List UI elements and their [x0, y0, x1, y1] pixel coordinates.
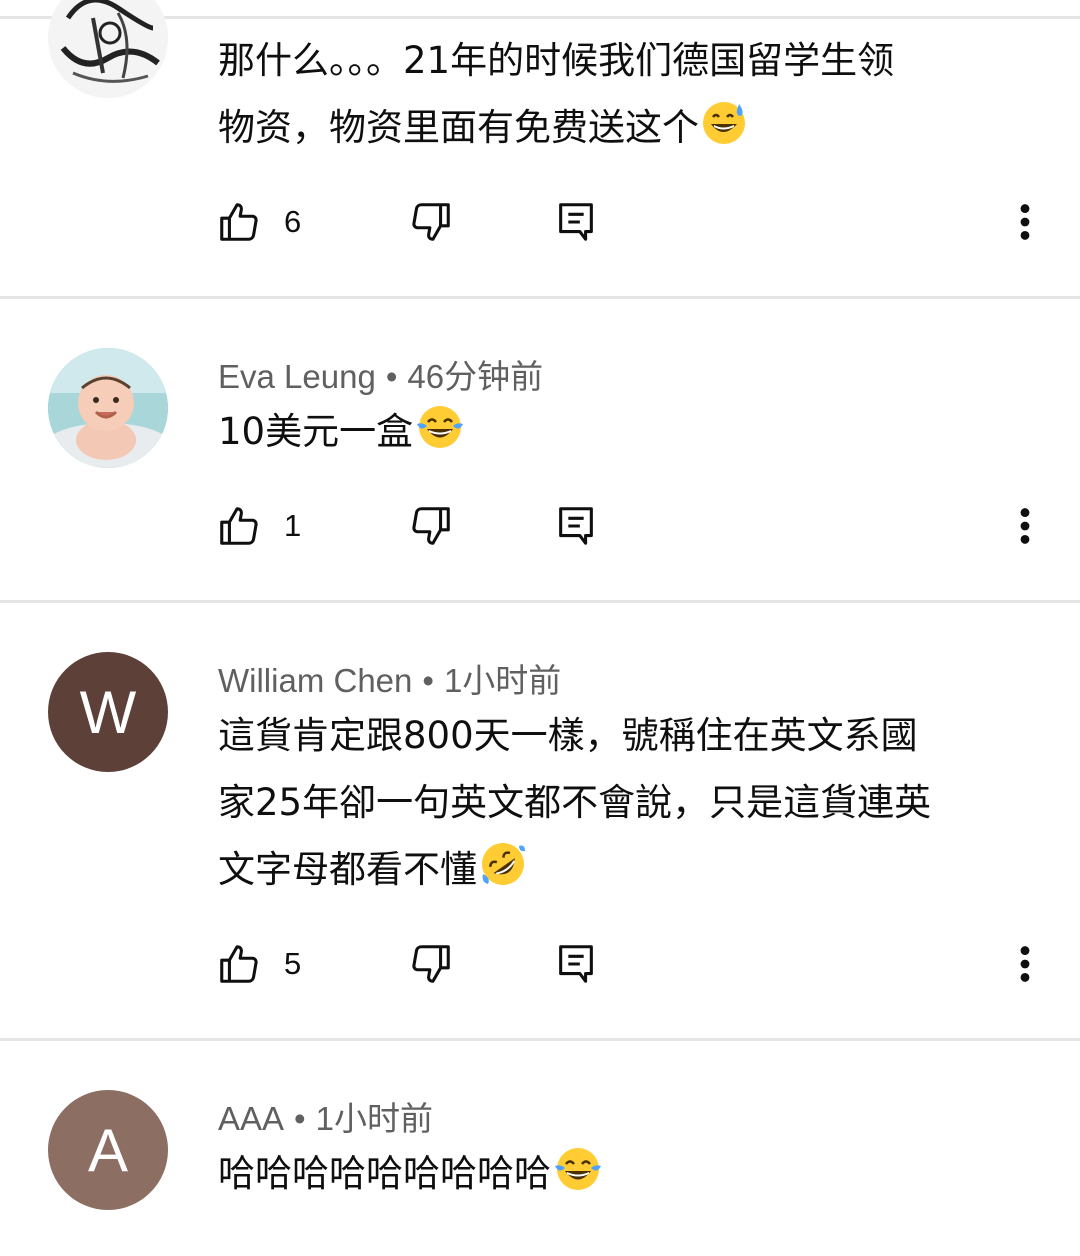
more-options-button[interactable]	[1010, 934, 1040, 994]
comment-text: 這貨肯定跟800天一樣，號稱住在英文系國 家25年卻一句英文都不會說，只是這貨連…	[218, 702, 1038, 909]
comment-text-line: 10美元一盒	[218, 398, 1038, 471]
meta-separator: •	[422, 662, 434, 699]
reply-button[interactable]	[556, 496, 596, 556]
sweat-smile-emoji	[701, 100, 747, 167]
comment-time[interactable]: 46分钟前	[407, 358, 543, 395]
baby-photo-avatar	[48, 348, 168, 468]
avatar-letter: A	[87, 1116, 129, 1184]
author-name[interactable]: AAA	[218, 1100, 284, 1137]
more-vert-icon	[1020, 204, 1030, 240]
thumbs-up-icon	[220, 203, 258, 241]
thumbs-down-icon	[412, 507, 450, 545]
author-name[interactable]: William Chen	[218, 662, 412, 699]
more-vert-icon	[1020, 946, 1030, 982]
comment-text: 那什么。。。21年的时候我们德国留学生领 物资，物资里面有免费送这个	[218, 27, 1038, 167]
more-vert-icon	[1020, 508, 1030, 544]
comment-time[interactable]: 1小时前	[444, 662, 561, 699]
comment-time[interactable]: 1小时前	[316, 1100, 433, 1137]
avatar[interactable]	[48, 0, 168, 98]
reply-icon	[559, 203, 593, 241]
rolling-laughing-emoji	[479, 840, 527, 909]
comment-meta: AAA • 1小时前	[218, 1092, 433, 1140]
comment-text-line: 家25年卻一句英文都不會說，只是這貨連英	[218, 781, 932, 824]
like-count: 5	[284, 946, 302, 981]
comment-text-line: 這貨肯定跟800天一樣，號稱住在英文系國	[218, 714, 918, 757]
like-button[interactable]: 1	[216, 496, 301, 556]
thumbs-up-icon	[220, 945, 258, 983]
like-button[interactable]: 5	[216, 934, 301, 994]
thumbs-down-icon	[412, 203, 450, 241]
comment-text-line: 哈哈哈哈哈哈哈哈哈	[218, 1140, 1038, 1213]
tears-of-joy-emoji	[415, 404, 465, 471]
reply-icon	[559, 507, 593, 545]
more-options-button[interactable]	[1010, 496, 1040, 556]
avatar[interactable]: A	[48, 1090, 168, 1210]
like-count: 1	[284, 508, 302, 543]
reply-button[interactable]	[556, 192, 596, 252]
comment-divider	[0, 1038, 1080, 1041]
dislike-button[interactable]	[408, 192, 454, 252]
comment-text: 哈哈哈哈哈哈哈哈哈	[218, 1140, 1038, 1213]
comment-divider	[0, 600, 1080, 603]
more-options-button[interactable]	[1010, 192, 1040, 252]
comment-actions: 5	[0, 934, 1080, 994]
sketch-avatar	[48, 0, 168, 98]
avatar[interactable]	[48, 348, 168, 468]
author-name[interactable]: Eva Leung	[218, 358, 376, 395]
dislike-button[interactable]	[408, 934, 454, 994]
avatar[interactable]: W	[48, 652, 168, 772]
comment-text-line: 物资，物资里面有免费送这个	[218, 94, 1038, 167]
like-button[interactable]: 6	[216, 192, 301, 252]
meta-separator: •	[294, 1100, 306, 1137]
comment-text-line: 那什么。。。21年的时候我们德国留学生领	[218, 39, 895, 82]
thumbs-up-icon	[220, 507, 258, 545]
comment-actions: 6	[0, 192, 1080, 252]
comment-text-line: 文字母都看不懂	[218, 836, 1038, 909]
like-count: 6	[284, 204, 302, 239]
dislike-button[interactable]	[408, 496, 454, 556]
comment-divider	[0, 296, 1080, 299]
reply-button[interactable]	[556, 934, 596, 994]
reply-icon	[559, 945, 593, 983]
comment-meta: William Chen • 1小时前	[218, 654, 561, 702]
comment-text: 10美元一盒	[218, 398, 1038, 471]
avatar-letter: W	[79, 678, 137, 746]
comment-actions: 1	[0, 496, 1080, 556]
comment-meta: Eva Leung • 46分钟前	[218, 350, 543, 398]
tears-of-joy-emoji	[553, 1146, 603, 1213]
thumbs-down-icon	[412, 945, 450, 983]
meta-separator: •	[385, 358, 398, 395]
